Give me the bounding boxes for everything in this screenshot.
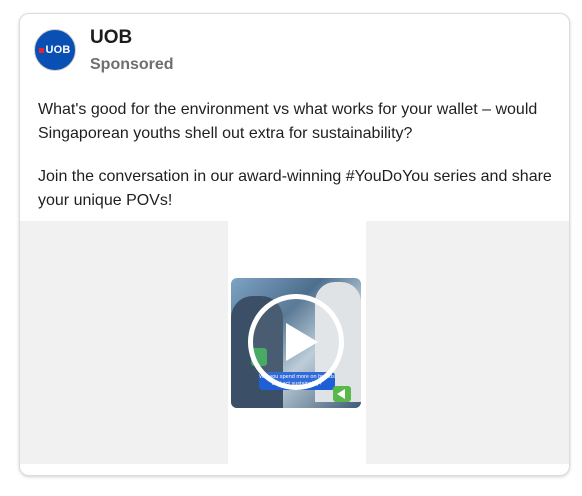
logo-mark: UOB (39, 44, 70, 56)
logo-text: UOB (45, 44, 71, 56)
advertiser-name[interactable]: UOB (90, 27, 132, 49)
post-body-paragraph: Join the conversation in our award-winni… (38, 168, 552, 209)
media-container: Will you spend more on brands that act s… (20, 221, 569, 464)
uob-logo-icon[interactable]: UOB (34, 29, 76, 71)
sponsored-post-card: UOB UOB Sponsored What's good for the en… (19, 13, 570, 476)
video-thumbnail[interactable]: Will you spend more on brands that act s… (231, 278, 361, 408)
sound-icon[interactable] (333, 386, 351, 402)
play-icon (286, 323, 318, 361)
post-body-paragraph: What's good for the environment vs what … (38, 101, 538, 142)
post-body: What's good for the environment vs what … (38, 98, 553, 213)
play-button[interactable] (248, 294, 344, 390)
sponsored-label: Sponsored (90, 56, 174, 73)
logo-flag (39, 47, 45, 53)
